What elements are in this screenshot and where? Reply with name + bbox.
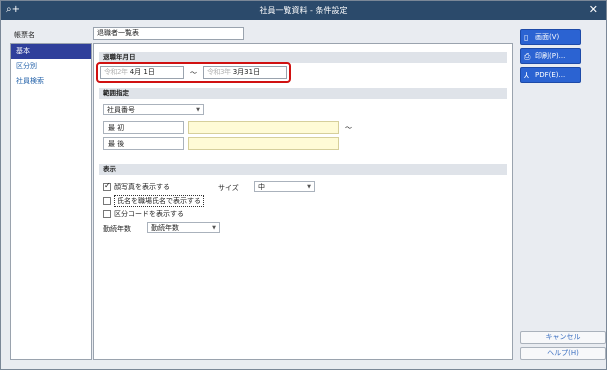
range-first-input[interactable] (188, 121, 339, 134)
size-value: 中 (258, 183, 265, 191)
screen-icon: ▯ (524, 33, 529, 42)
show-workplace-name-label: 氏名を職場氏名で表示する (114, 195, 204, 207)
range-tilde: ～ (345, 124, 352, 132)
sidebar: 基本 区分別 社員検索 (10, 43, 92, 360)
sidebar-item-category[interactable]: 区分別 (11, 59, 91, 74)
form-name-input[interactable]: 退職者一覧表 (93, 27, 244, 40)
print-button-label: 印刷(P)... (535, 52, 566, 60)
print-button[interactable]: ⎙ 印刷(P)... (520, 48, 581, 64)
pdf-button[interactable]: ⅄ PDF(E)... (520, 67, 581, 83)
close-icon[interactable]: ✕ (589, 3, 598, 16)
sidebar-item-basic[interactable]: 基本 (11, 44, 91, 59)
range-last-input[interactable] (188, 137, 339, 150)
size-select[interactable]: 中 ▼ (254, 181, 315, 192)
cancel-button[interactable]: キャンセル (520, 331, 606, 344)
checkbox-icon (103, 210, 111, 218)
checkbox-checked-icon (103, 181, 111, 191)
form-name-label: 帳票名 (14, 31, 35, 39)
display-header: 表示 (99, 164, 507, 175)
pdf-button-label: PDF(E)... (535, 71, 566, 79)
range-type-value: 社員番号 (107, 106, 135, 114)
size-label: サイズ (218, 184, 239, 192)
screen-button-label: 画面(V) (535, 33, 560, 41)
pdf-icon: ⅄ (524, 71, 529, 80)
help-button[interactable]: ヘルプ(H) (520, 347, 606, 360)
range-last-label: 最 後 (103, 137, 184, 150)
printer-icon: ⎙ (524, 52, 531, 61)
show-photo-checkbox[interactable]: 顔写真を表示する (103, 181, 170, 192)
show-category-code-label: 区分コードを表示する (114, 210, 184, 218)
range-header: 範囲指定 (99, 88, 507, 99)
range-first-label: 最 初 (103, 121, 184, 134)
highlight-box (96, 62, 291, 83)
sidebar-item-employee-search[interactable]: 社員検索 (11, 74, 91, 89)
show-category-code-checkbox[interactable]: 区分コードを表示する (103, 209, 184, 219)
years-label: 勤続年数 (103, 225, 131, 233)
window-title: 社員一覧資料 - 条件設定 (259, 6, 348, 15)
years-select[interactable]: 勤続年数 ▼ (147, 222, 220, 233)
screen-button[interactable]: ▯ 画面(V) (520, 29, 581, 45)
chevron-down-icon: ▼ (196, 107, 200, 113)
show-workplace-name-checkbox[interactable]: 氏名を職場氏名で表示する (103, 195, 204, 207)
chevron-down-icon: ▼ (307, 184, 311, 190)
show-photo-label: 顔写真を表示する (114, 183, 170, 191)
years-value: 勤続年数 (151, 224, 179, 232)
range-type-select[interactable]: 社員番号 ▼ (103, 104, 204, 115)
checkbox-icon (103, 197, 111, 205)
chevron-down-icon: ▼ (212, 225, 216, 231)
title-bar: ⌕+ 社員一覧資料 - 条件設定 ✕ (1, 1, 606, 20)
